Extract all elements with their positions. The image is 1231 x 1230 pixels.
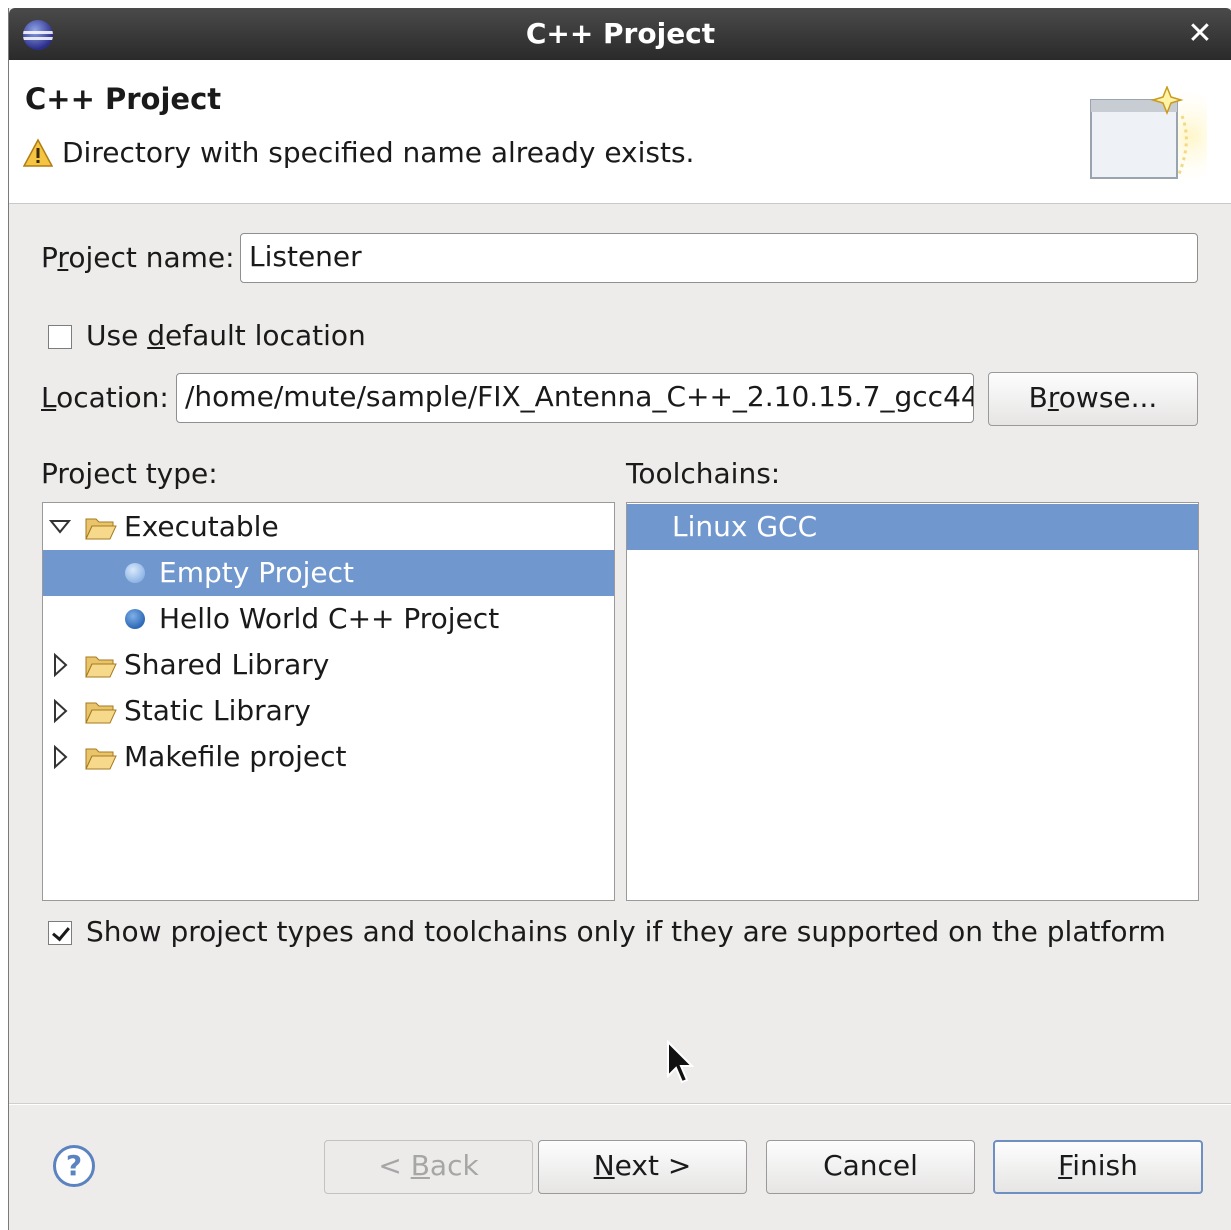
warning-icon [23,138,53,167]
use-default-location-mnemonic: d [147,319,165,352]
back-button[interactable]: < Back [324,1140,533,1194]
project-name-label-part: P [41,241,58,274]
browse-label-rest: owse... [1058,381,1158,414]
open-folder-icon [85,656,117,678]
toolchains-list[interactable]: Linux GCC [626,502,1199,901]
use-default-location-checkbox[interactable] [48,325,72,349]
toolchain-item-label: Linux GCC [672,510,818,543]
tree-item-label: Empty Project [159,556,354,589]
tree-item-executable[interactable]: Executable [43,504,614,550]
show-supported-only-checkbox[interactable] [48,921,72,945]
toolchain-item-linux-gcc[interactable]: Linux GCC [627,504,1198,550]
tree-item-static-library[interactable]: Static Library [43,688,614,734]
back-label-rest: ack [429,1149,479,1182]
tree-item-shared-library[interactable]: Shared Library [43,642,614,688]
finish-label-rest: inish [1072,1149,1138,1182]
back-label-part: < [378,1149,411,1182]
tree-item-hello-world[interactable]: Hello World C++ Project [43,596,614,642]
tree-item-label: Static Library [124,694,311,727]
mouse-cursor-icon [667,1040,695,1084]
next-label-rest: ext > [614,1149,692,1182]
project-name-input[interactable]: Listener [240,233,1198,283]
toolchains-label: Toolchains: [626,457,781,490]
tree-item-empty-project[interactable]: Empty Project [43,550,614,596]
browse-label-part: B [1028,381,1048,414]
use-default-location-label-part: Use [86,319,148,352]
close-icon[interactable]: ✕ [1184,18,1216,50]
use-default-location-label[interactable]: Use default location [86,319,366,352]
wizard-banner: C++ Project Directory with specified nam… [9,60,1231,204]
status-message: Directory with specified name already ex… [62,136,695,169]
open-folder-icon [85,518,117,540]
tree-item-label: Shared Library [124,648,330,681]
project-type-tree[interactable]: Executable Empty Project Hello World C++… [42,502,615,901]
new-wizard-graphic-icon [1090,86,1207,181]
collapsed-triangle-icon[interactable] [49,688,71,734]
new-project-dialog: C++ Project ✕ C++ Project Directory with… [8,8,1231,1230]
tree-item-makefile-project[interactable]: Makefile project [43,734,614,780]
page-heading: C++ Project [25,82,222,116]
next-mnemonic: N [593,1149,615,1182]
location-mnemonic: L [41,381,57,414]
help-icon[interactable]: ? [53,1145,95,1187]
title-bar[interactable]: C++ Project ✕ [9,8,1231,60]
expanded-triangle-icon[interactable] [49,504,71,550]
use-default-location-label-rest: efault location [165,319,366,352]
window-title: C++ Project [525,17,716,50]
collapsed-triangle-icon[interactable] [49,642,71,688]
finish-button[interactable]: Finish [993,1140,1203,1194]
browse-mnemonic: r [1047,381,1059,414]
location-label-rest: ocation: [56,381,169,414]
location-input[interactable]: /home/mute/sample/FIX_Antenna_C++_2.10.1… [176,373,974,423]
project-type-label: Project type: [41,457,218,490]
finish-mnemonic: F [1058,1149,1073,1182]
project-template-icon [125,563,145,583]
tree-item-label: Makefile project [124,740,347,773]
location-label: Location: [41,381,169,414]
project-name-label-rest: oject name: [68,241,235,274]
open-folder-icon [85,702,117,724]
next-button[interactable]: Next > [538,1140,747,1194]
show-supported-only-label[interactable]: Show project types and toolchains only i… [86,915,1166,948]
open-folder-icon [85,748,117,770]
cancel-button[interactable]: Cancel [766,1140,975,1194]
collapsed-triangle-icon[interactable] [49,734,71,780]
back-mnemonic: B [410,1149,430,1182]
tree-item-label: Executable [124,510,279,543]
project-name-mnemonic: r [57,241,69,274]
footer-separator [9,1103,1231,1105]
project-template-icon [125,609,145,629]
project-name-label: Project name: [41,241,235,274]
tree-item-label: Hello World C++ Project [159,602,500,635]
browse-button[interactable]: Browse... [988,372,1198,426]
